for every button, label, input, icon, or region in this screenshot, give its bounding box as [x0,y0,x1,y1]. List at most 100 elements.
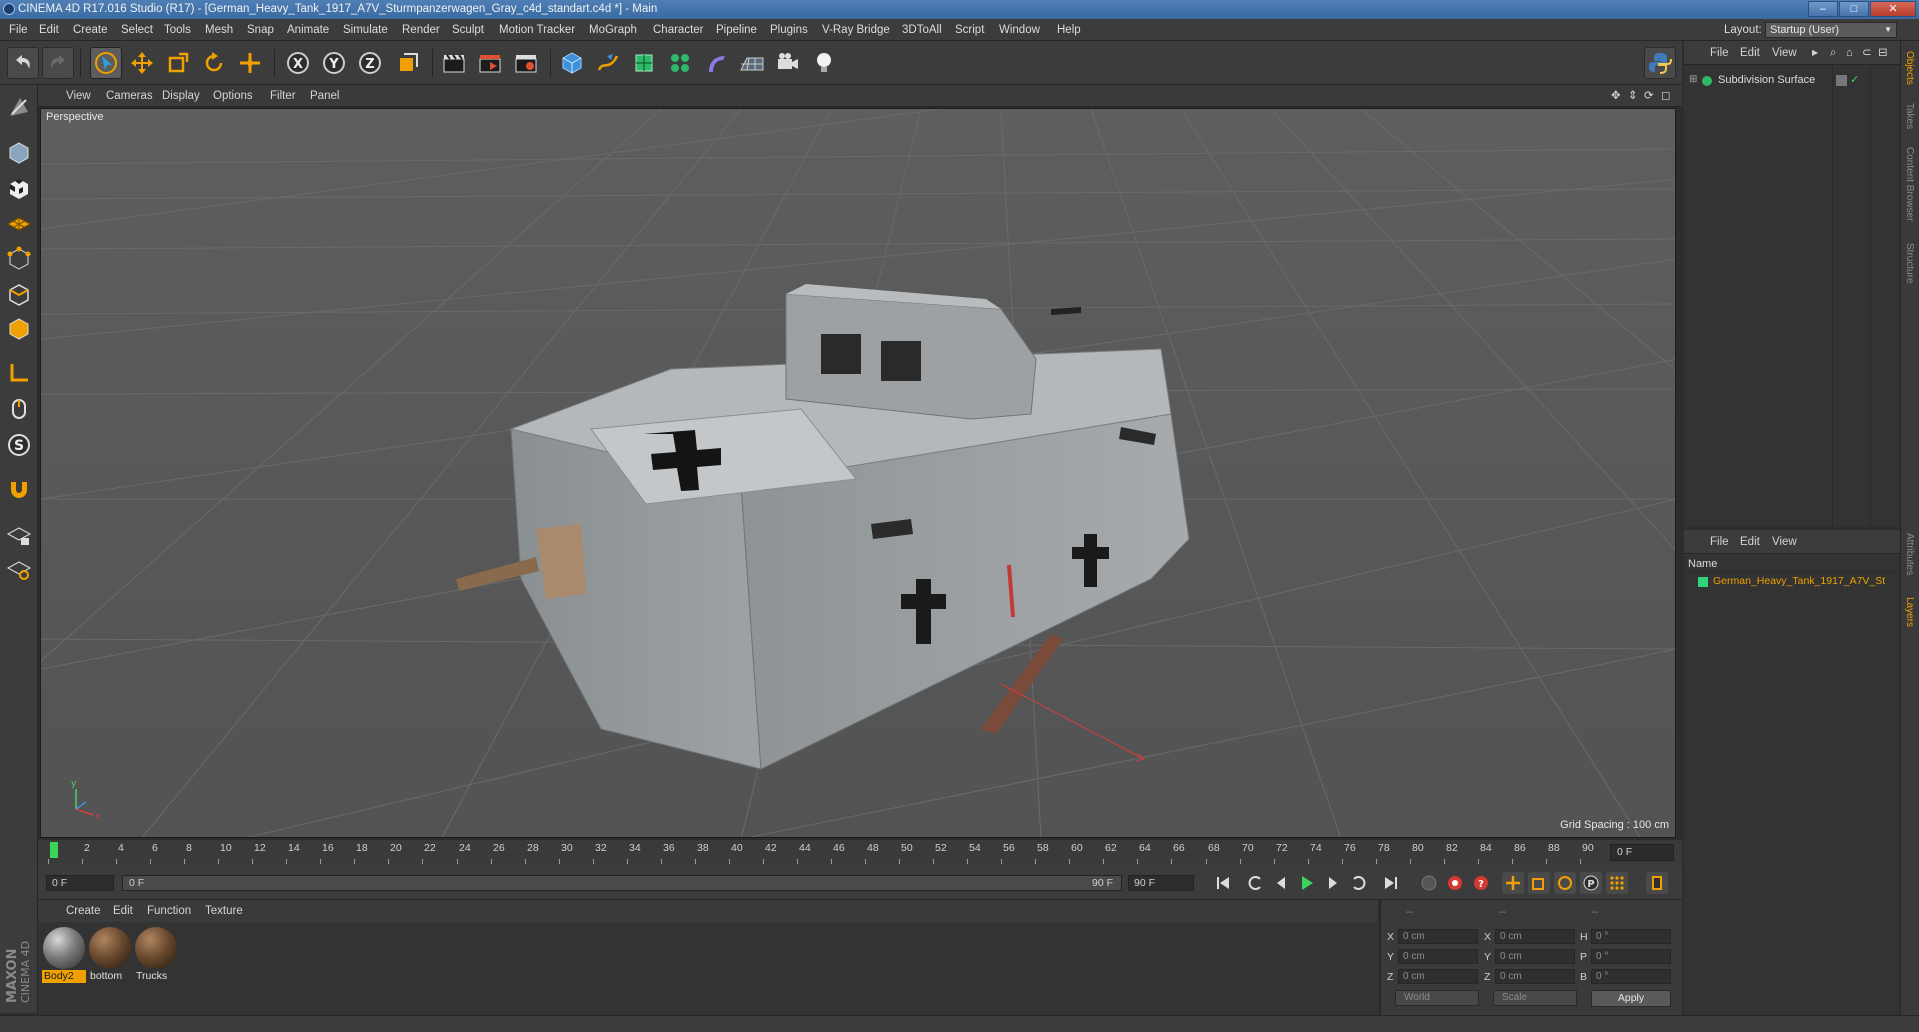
x-axis-button[interactable]: X [282,47,314,79]
new-window-icon[interactable]: ⊟ [1878,41,1888,65]
size-x-field[interactable]: 0 cm [1495,929,1575,944]
object-row[interactable]: ⊞ Subdivision Surface ✓ [1684,65,1900,535]
position-x-field[interactable]: 0 cm [1398,929,1478,944]
rotation-b-field[interactable]: 0 ° [1591,969,1671,984]
material-menu-texture[interactable]: Texture [205,900,243,922]
y-axis-button[interactable]: Y [318,47,350,79]
autokey-button[interactable]: ? [1470,872,1492,894]
layout-dropdown[interactable]: Startup (User) ▼ [1765,22,1897,38]
rotation-p-field[interactable]: 0 ° [1591,949,1671,964]
object-menu-view[interactable]: View [1772,41,1797,65]
cloner-button[interactable] [664,47,696,79]
next-frame-button[interactable] [1322,872,1344,894]
current-frame-field[interactable]: 0 F [1610,844,1674,861]
record-keys-button[interactable] [1418,872,1440,894]
viewport-menu-options[interactable]: Options [213,85,253,107]
material-menu-create[interactable]: Create [66,900,101,922]
floor-button[interactable] [736,47,768,79]
frame-range-slider[interactable]: 0 F 90 F [122,875,1122,891]
perspective-viewport[interactable]: y x Perspective Grid Spacing : 100 cm [40,108,1676,838]
render-to-picture-viewer-button[interactable] [474,47,506,79]
move-button[interactable] [126,47,158,79]
points-mode-button[interactable] [3,243,35,275]
coordinate-mode-dropdown[interactable]: World [1395,990,1479,1006]
transform-button[interactable] [234,47,266,79]
tab-takes[interactable]: Takes [1904,103,1915,129]
play-button[interactable] [1296,872,1318,894]
tab-attributes[interactable]: Attributes [1904,533,1915,575]
render-view-button[interactable] [438,47,470,79]
scale-button[interactable] [162,47,194,79]
menu-window[interactable]: Window [999,19,1040,41]
end-frame-field[interactable]: 90 F [1128,875,1194,891]
menu-select[interactable]: Select [121,19,153,41]
key-parameter-button[interactable]: P [1580,872,1602,894]
key-scale-button[interactable] [1528,872,1550,894]
object-menu-edit[interactable]: Edit [1740,41,1760,65]
viewport-menu-panel[interactable]: Panel [310,85,339,107]
light-button[interactable] [808,47,840,79]
enabled-check-icon[interactable]: ✓ [1850,73,1859,86]
menu-vray-bridge[interactable]: V-Ray Bridge [822,19,890,41]
viewport-menu-display[interactable]: Display [162,85,200,107]
layer-menu-view[interactable]: View [1772,530,1797,554]
locked-workplane-button[interactable] [3,519,35,551]
visibility-toggle-icon[interactable] [1836,75,1847,86]
minimize-button[interactable]: – [1808,1,1838,17]
key-rotation-button[interactable] [1554,872,1576,894]
maximize-button[interactable]: □ [1839,1,1869,17]
material-menu-function[interactable]: Function [147,900,191,922]
record-active-button[interactable] [1444,872,1466,894]
tab-content-browser[interactable]: Content Browser [1904,147,1915,221]
menu-file[interactable]: File [9,19,28,41]
previous-key-button[interactable] [1244,872,1266,894]
menu-script[interactable]: Script [955,19,984,41]
home-icon[interactable]: ⌂ [1846,41,1853,65]
menu-snap[interactable]: Snap [247,19,274,41]
menu-tools[interactable]: Tools [164,19,191,41]
viewport-menu-cameras[interactable]: Cameras [106,85,153,107]
menu-create[interactable]: Create [73,19,108,41]
polygons-mode-button[interactable] [3,313,35,345]
menu-animate[interactable]: Animate [287,19,329,41]
size-mode-dropdown[interactable]: Scale [1493,990,1577,1006]
workplane-mode-button[interactable] [3,207,35,239]
texture-mode-button[interactable] [3,173,35,205]
key-position-button[interactable] [1502,872,1524,894]
menu-3dtoall[interactable]: 3DToAll [902,19,942,41]
menu-character[interactable]: Character [653,19,704,41]
viewport-menu-view[interactable]: View [66,85,91,107]
link-icon[interactable]: ⊂ [1862,41,1872,65]
material-swatch[interactable]: Trucks [134,926,178,984]
layer-menu-edit[interactable]: Edit [1740,530,1760,554]
timeline-ruler[interactable]: 0246810121416182022242628303234363840424… [38,840,1682,866]
subdivision-surface-button[interactable] [628,47,660,79]
size-y-field[interactable]: 0 cm [1495,949,1575,964]
render-settings-button[interactable] [510,47,542,79]
viewport-zoom-icon[interactable]: ⇕ [1628,85,1638,107]
position-z-field[interactable]: 0 cm [1398,969,1478,984]
viewport-maximize-icon[interactable]: ◻ [1661,85,1671,107]
redo-button[interactable] [42,47,74,79]
go-to-end-button[interactable] [1380,872,1402,894]
menu-plugins[interactable]: Plugins [770,19,808,41]
next-key-button[interactable] [1348,872,1370,894]
timeline-window-button[interactable] [1646,872,1668,894]
menu-motion-tracker[interactable]: Motion Tracker [499,19,575,41]
tweak-mode-button[interactable] [3,393,35,425]
previous-frame-button[interactable] [1270,872,1292,894]
rotate-button[interactable] [198,47,230,79]
material-menu-edit[interactable]: Edit [113,900,133,922]
key-pla-button[interactable] [1606,872,1628,894]
z-axis-button[interactable]: Z [354,47,386,79]
spline-pen-button[interactable] [592,47,624,79]
menu-mesh[interactable]: Mesh [205,19,233,41]
apply-button[interactable]: Apply [1591,990,1671,1007]
edges-mode-button[interactable] [3,279,35,311]
menu-pipeline[interactable]: Pipeline [716,19,757,41]
make-editable-button[interactable] [3,91,35,123]
viewport-menu-filter[interactable]: Filter [270,85,296,107]
start-frame-field[interactable]: 0 F [46,875,114,891]
playhead[interactable] [50,842,58,858]
close-button[interactable]: ✕ [1870,1,1916,17]
